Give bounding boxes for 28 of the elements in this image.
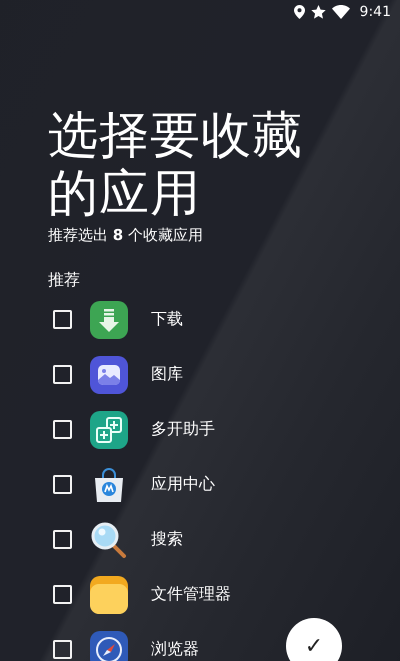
compass-icon — [90, 630, 128, 661]
confirm-button[interactable]: ✓ — [286, 618, 342, 661]
download-icon — [90, 300, 128, 338]
app-name: 搜索 — [151, 529, 183, 550]
checkbox[interactable] — [53, 475, 72, 494]
checkbox[interactable] — [53, 585, 72, 604]
app-name: 图库 — [151, 364, 183, 385]
app-name: 浏览器 — [151, 639, 199, 660]
gallery-icon — [90, 356, 128, 394]
wifi-icon — [332, 5, 350, 19]
location-icon — [294, 5, 305, 19]
checkbox[interactable] — [53, 640, 72, 659]
subtitle-text: 推荐选出 8 个收藏应用 — [48, 226, 204, 245]
star-icon — [310, 5, 326, 19]
checkbox[interactable] — [53, 365, 72, 384]
page-title: 选择要收藏的应用 — [48, 106, 304, 222]
dual-window-icon — [90, 410, 128, 448]
app-name: 文件管理器 — [151, 584, 231, 605]
folder-icon — [90, 576, 128, 614]
section-label: 推荐 — [48, 270, 81, 291]
app-name: 多开助手 — [151, 419, 215, 440]
checkbox[interactable] — [53, 420, 72, 439]
app-name: 下载 — [151, 309, 183, 330]
magnifier-icon — [90, 520, 128, 558]
app-name: 应用中心 — [151, 474, 215, 495]
checkbox[interactable] — [53, 310, 72, 329]
checkbox[interactable] — [53, 530, 72, 549]
status-time: 9:41 — [360, 4, 391, 20]
